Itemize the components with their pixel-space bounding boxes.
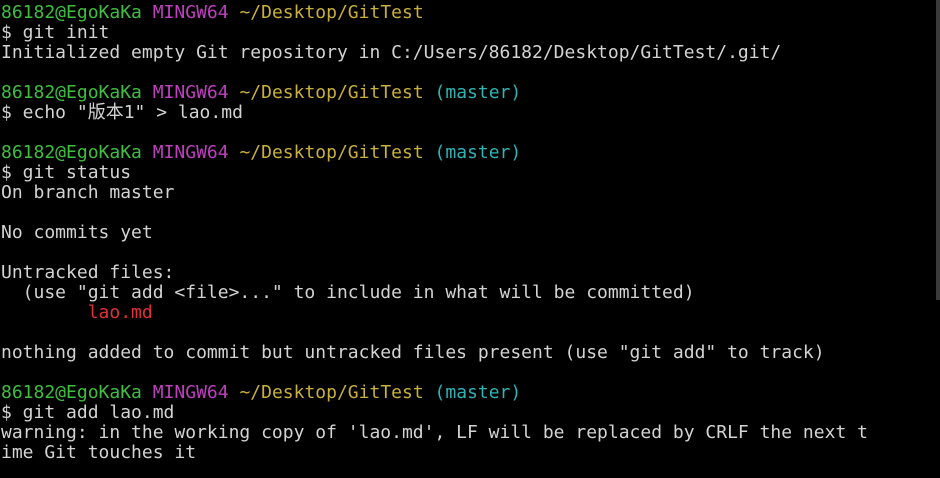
untracked-file: lao.md: [1, 302, 153, 323]
prompt-path: ~/Desktop/GitTest: [239, 382, 424, 403]
scrollbar[interactable]: [934, 0, 940, 478]
prompt-user: 86182@EgoKaKa: [1, 2, 142, 23]
prompt-path: ~/Desktop/GitTest: [239, 142, 424, 163]
prompt-branch: (master): [434, 142, 522, 163]
prompt-system: MINGW64: [152, 142, 229, 163]
prompt-line: 86182@EgoKaKa MINGW64 ~/Desktop/GitTest …: [1, 143, 940, 163]
prompt-path: ~/Desktop/GitTest: [239, 2, 424, 23]
prompt-line: 86182@EgoKaKa MINGW64 ~/Desktop/GitTest: [1, 3, 940, 23]
command-line: $ git init: [1, 22, 110, 43]
output-line: No commits yet: [1, 222, 153, 243]
output-line: warning: in the working copy of 'lao.md'…: [1, 422, 868, 443]
command-line: $ git add lao.md: [1, 402, 175, 423]
output-line: nothing added to commit but untracked fi…: [1, 342, 825, 363]
output-line: Initialized empty Git repository in C:/U…: [1, 42, 782, 63]
output-line: ime Git touches it: [1, 442, 197, 463]
prompt-user: 86182@EgoKaKa: [1, 142, 142, 163]
terminal-window[interactable]: 86182@EgoKaKa MINGW64 ~/Desktop/GitTest …: [0, 0, 940, 478]
output-line: (use "git add <file>..." to include in w…: [1, 282, 695, 303]
prompt-system: MINGW64: [152, 82, 229, 103]
scrollbar-thumb[interactable]: [936, 0, 940, 300]
prompt-line: 86182@EgoKaKa MINGW64 ~/Desktop/GitTest …: [1, 83, 940, 103]
prompt-line: 86182@EgoKaKa MINGW64 ~/Desktop/GitTest …: [1, 383, 940, 403]
prompt-user: 86182@EgoKaKa: [1, 82, 142, 103]
prompt-branch: (master): [434, 82, 522, 103]
output-line: Untracked files:: [1, 262, 175, 283]
prompt-system: MINGW64: [152, 382, 229, 403]
prompt-path: ~/Desktop/GitTest: [239, 82, 424, 103]
output-line: On branch master: [1, 182, 175, 203]
command-line: $ echo "版本1" > lao.md: [1, 102, 243, 123]
prompt-branch: (master): [434, 382, 522, 403]
prompt-system: MINGW64: [152, 2, 229, 23]
prompt-user: 86182@EgoKaKa: [1, 382, 142, 403]
command-line: $ git status: [1, 162, 132, 183]
